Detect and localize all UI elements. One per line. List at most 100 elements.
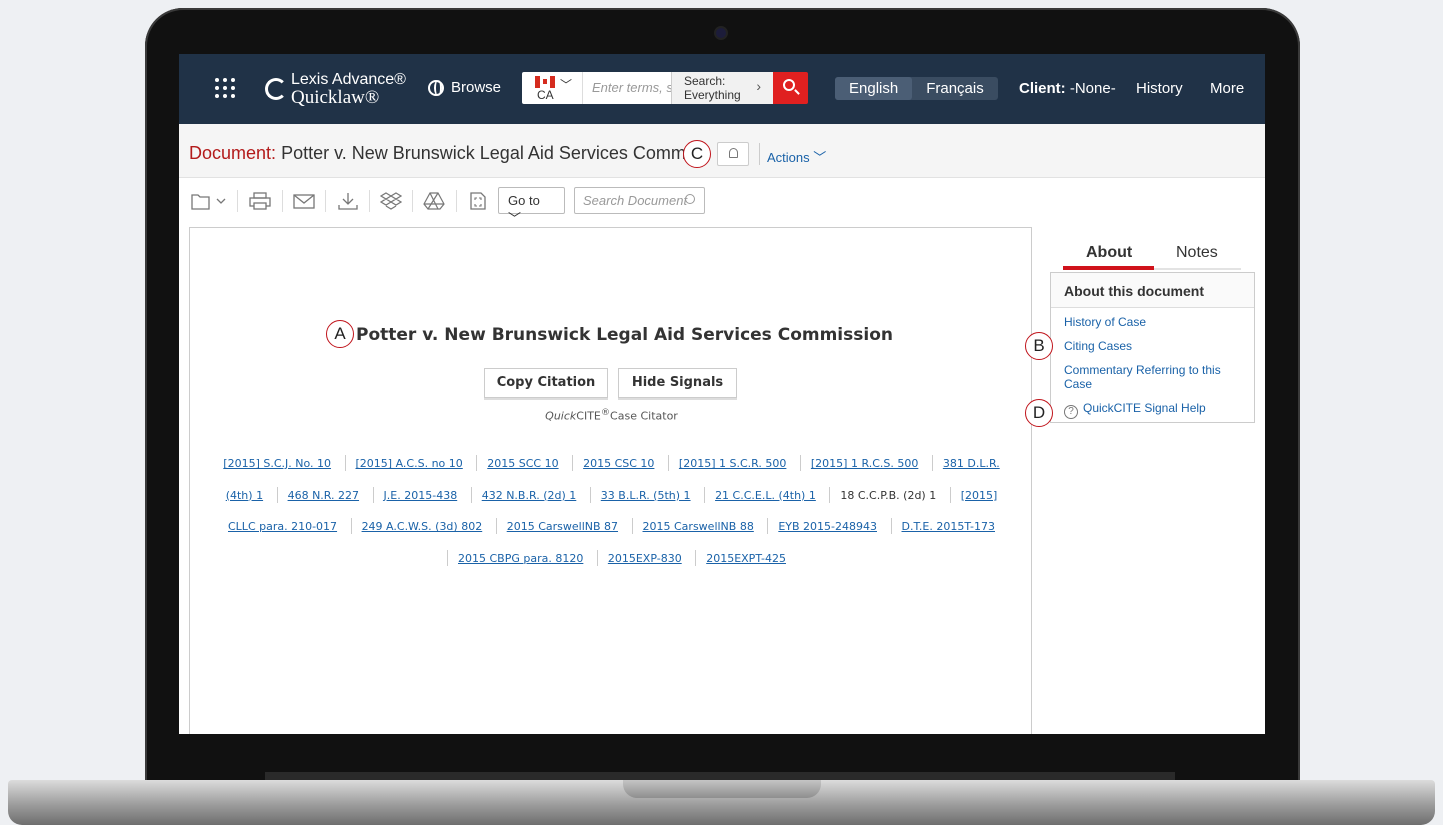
document-panel: Potter v. New Brunswick Legal Aid Servic… [189,227,1032,734]
citation-link[interactable]: 2015EXPT-425 [685,552,786,565]
lexis-mark-icon [265,78,287,100]
goto-label: Go to [508,193,540,208]
actions-menu[interactable]: Actions ﹀ [767,147,826,166]
client-value: -None- [1069,80,1116,97]
more-menu[interactable]: More [1210,80,1244,97]
parallel-citations: [2015] S.C.J. No. 10 [2015] A.C.S. no 10… [220,448,1003,574]
lexis-logo[interactable]: Lexis Advance® Quicklaw® [265,69,406,109]
hide-signals-button[interactable]: Hide Signals [618,368,737,398]
divider [759,143,760,165]
toolbar-divider [282,190,283,212]
citator-reg: ® [600,407,611,418]
browse-label: Browse [451,79,502,96]
tab-about[interactable]: About [1086,244,1132,262]
goto-dropdown[interactable]: Go to ﹀ [498,187,565,226]
about-panel-title: About this document [1051,273,1254,308]
citation-link[interactable]: 2015 CBPG para. 8120 [437,552,583,565]
google-drive-icon[interactable] [423,192,445,210]
citation-link[interactable]: 2015 CarswellNB 88 [622,520,754,533]
folder-icon[interactable] [191,192,227,210]
laptop-notch [623,780,821,798]
citation-link[interactable]: 249 A.C.W.S. (3d) 802 [341,520,483,533]
client-label: Client: [1019,80,1066,97]
download-icon[interactable] [337,192,359,210]
citation-link[interactable]: EYB 2015-248943 [757,520,877,533]
chevron-down-icon: ﹀ [813,150,827,165]
signal-help-link[interactable]: ? QuickCITE Signal Help [1064,401,1206,419]
search-icon [783,79,795,91]
citation-link[interactable]: 21 C.C.E.L. (4th) 1 [694,489,816,502]
country-selector[interactable]: CA ﹀ [522,72,582,104]
commentary-link[interactable]: Commentary Referring to this Case [1064,363,1244,391]
toolbar-divider [237,190,238,212]
document-title-text: Potter v. New Brunswick Legal Aid Servic… [281,143,689,163]
search-button[interactable] [773,72,808,104]
document-toolbar: Go to ﹀ Search Document [179,178,1265,226]
citation-link[interactable]: 432 N.B.R. (2d) 1 [461,489,577,502]
signal-help-label: QuickCITE Signal Help [1083,401,1206,415]
active-tab-indicator [1063,266,1154,270]
client-selector[interactable]: Client: -None- [1019,80,1116,97]
citation-link[interactable]: 2015 CarswellNB 87 [486,520,618,533]
tab-notes[interactable]: Notes [1176,244,1218,262]
citation-link[interactable]: [2015] 1 R.C.S. 500 [790,457,918,470]
callout-c: C [683,140,711,168]
case-title: Potter v. New Brunswick Legal Aid Servic… [190,325,1033,345]
toolbar-divider [456,190,457,212]
top-navbar: Lexis Advance® Quicklaw® Browse CA ﹀ Ent… [179,54,1265,124]
callout-b: B [1025,332,1053,360]
about-panel: About this document History of Case Citi… [1050,272,1255,423]
search-scope-value: Everything [684,88,741,102]
apps-grid-icon[interactable] [215,78,235,98]
citation-link[interactable]: D.T.E. 2015T-173 [881,520,996,533]
citing-cases-link[interactable]: Citing Cases [1064,339,1132,353]
alert-button[interactable] [717,142,749,166]
citation-link[interactable]: [2015] S.C.J. No. 10 [223,457,331,470]
callout-d: D [1025,399,1053,427]
quickcite-citator-label: QuickCITE®Case Citator [190,407,1033,423]
camera-dot [716,28,726,38]
full-screen-icon[interactable] [467,192,489,210]
search-document-input[interactable]: Search Document [574,187,705,214]
chevron-right-icon: › [756,78,761,94]
case-title-text: Potter v. New Brunswick Legal Aid Servic… [356,325,893,345]
help-icon: ? [1064,405,1078,419]
callout-a: A [326,320,354,348]
citation-link[interactable]: 468 N.R. 227 [267,489,359,502]
email-icon[interactable] [293,192,315,210]
citation-link[interactable]: 33 B.L.R. (5th) 1 [580,489,691,502]
lang-english-button[interactable]: English [835,77,913,100]
search-icon [685,194,695,204]
logo-line-2: Quicklaw® [291,87,380,108]
document-title: Document: Potter v. New Brunswick Legal … [189,143,689,164]
citation-link[interactable]: 2015 SCC 10 [466,457,558,470]
search-document-placeholder: Search Document [583,193,688,208]
chevron-down-icon: ﹀ [508,211,522,226]
document-label: Document: [189,143,277,163]
print-icon[interactable] [249,192,271,210]
toolbar-divider [369,190,370,212]
history-link[interactable]: History [1136,80,1183,97]
bell-icon [729,148,738,158]
toolbar-divider [325,190,326,212]
lang-french-button[interactable]: Français [912,77,998,100]
search-input[interactable]: Enter terms, s [582,72,671,104]
globe-icon [428,79,444,96]
citator-cite: CITE [576,409,601,423]
dropbox-icon[interactable] [380,192,402,210]
citator-suffix: Case Citator [610,409,678,423]
copy-citation-button[interactable]: Copy Citation [484,368,608,398]
citation-link[interactable]: [2015] A.C.S. no 10 [335,457,463,470]
app-screen: Lexis Advance® Quicklaw® Browse CA ﹀ Ent… [179,54,1265,734]
browse-menu[interactable]: Browse [428,79,501,96]
citation-link[interactable]: 2015 CSC 10 [562,457,654,470]
search-scope-selector[interactable]: Search: Everything › [671,72,773,104]
language-toggle: English Français [835,77,998,100]
citation-link[interactable]: J.E. 2015-438 [363,489,458,502]
country-code: CA [537,88,554,102]
document-header: Document: Potter v. New Brunswick Legal … [179,124,1265,178]
citation-link[interactable]: 2015EXP-830 [587,552,682,565]
history-of-case-link[interactable]: History of Case [1064,315,1146,329]
toolbar-divider [412,190,413,212]
citation-link[interactable]: [2015] 1 S.C.R. 500 [658,457,786,470]
